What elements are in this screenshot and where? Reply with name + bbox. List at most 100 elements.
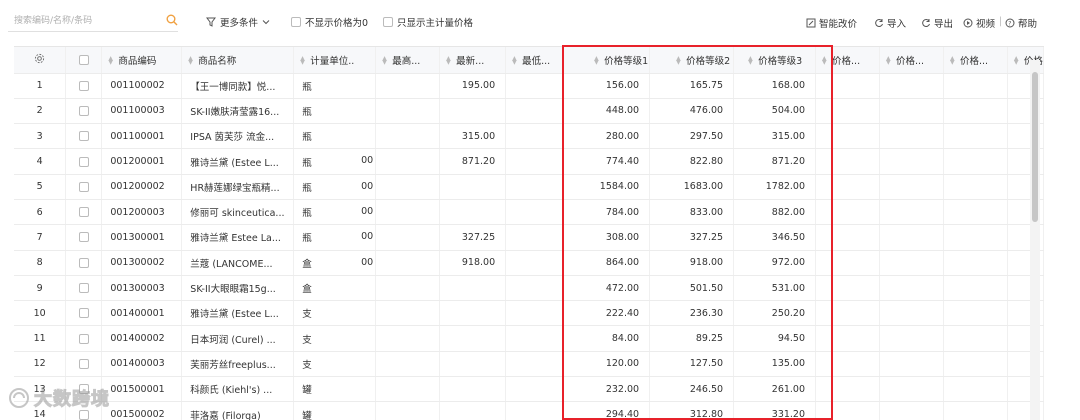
col-header-price-level-4[interactable]: ▲ ▼ 价格... <box>815 47 880 74</box>
scrollbar-thumb[interactable] <box>1032 72 1038 222</box>
latest-price-cell <box>439 351 507 378</box>
row-checkbox-cell[interactable] <box>65 300 103 327</box>
table-row[interactable]: 7 001300001 雅诗兰黛 Estee La... 瓶 00 327.25 308.0… <box>14 224 1044 251</box>
price-level-3-cell: 871.20 <box>733 148 817 175</box>
row-index: 1 <box>14 73 67 99</box>
divider: | <box>999 16 1003 27</box>
price-level-1-cell: 1584.00 <box>563 174 651 200</box>
product-code-cell: 001300003 <box>101 275 183 302</box>
lowest-price-cell <box>505 148 565 175</box>
row-checkbox-cell[interactable] <box>65 174 103 200</box>
row-checkbox[interactable] <box>78 333 89 344</box>
price-level-6-cell <box>943 174 1008 200</box>
col-header-lowest[interactable]: ▲ ▼ 最低... <box>505 47 565 74</box>
row-index: 2 <box>14 98 67 125</box>
price-level-6-cell <box>943 224 1008 251</box>
smart-price-button[interactable]: 智能改价 <box>806 16 857 30</box>
price-level-2-cell: 246.50 <box>649 376 735 403</box>
col-header-highest[interactable]: ▲ ▼ 最高... <box>375 47 441 74</box>
col-header-unit[interactable]: ▲ ▼ 计量单位.. <box>293 47 377 74</box>
table-row[interactable]: 5 001200002 HR赫莲娜绿宝瓶精... 瓶 00 1584.00 1683.00 1… <box>14 174 1044 200</box>
row-checkbox[interactable] <box>78 181 89 192</box>
main-unit-only-checkbox[interactable] <box>383 17 393 27</box>
table-row[interactable]: 9 001300003 SK-II大眼眼霜15g... 盒 472.00 501.50 53… <box>14 275 1044 302</box>
col-header-price-level-5[interactable]: ▲ ▼ 价格... <box>879 47 944 74</box>
row-checkbox[interactable] <box>78 283 89 294</box>
hide-zero-price-option[interactable]: 不显示价格为0 <box>291 15 368 29</box>
row-checkbox-cell[interactable] <box>65 73 103 99</box>
row-checkbox[interactable] <box>78 207 89 218</box>
table-row[interactable]: 10 001400001 雅诗兰黛 (Estee L... 支 222.40 236.30… <box>14 300 1044 327</box>
sort-icon: ▲ ▼ <box>188 55 193 67</box>
price-level-4-cell <box>815 376 880 403</box>
latest-price-cell <box>439 199 507 226</box>
search-icon[interactable] <box>166 14 178 26</box>
product-code-cell: 001100002 <box>101 73 183 99</box>
gear-icon[interactable] <box>34 53 45 64</box>
price-level-4-cell <box>815 275 880 302</box>
product-name-cell: HR赫莲娜绿宝瓶精... <box>181 174 295 200</box>
row-checkbox-cell[interactable] <box>65 148 103 175</box>
row-checkbox-cell[interactable] <box>65 98 103 125</box>
row-checkbox[interactable] <box>78 105 89 116</box>
col-header-code[interactable]: ▲ ▼ 商品编码 <box>101 47 183 74</box>
select-all-checkbox[interactable] <box>78 54 89 65</box>
help-button[interactable]: ? 帮助 <box>1005 16 1037 30</box>
table-row[interactable]: 14 001500002 菲洛嘉 (Filorga) 罐 294.40 312.80 331… <box>14 401 1044 420</box>
table-row[interactable]: 2 001100003 SK-II嫩肤清莹露16... 瓶 448.00 476.00 50… <box>14 98 1044 125</box>
table-row[interactable]: 12 001400003 芙丽芳丝freeplus... 支 120.00 127.50 1… <box>14 351 1044 378</box>
row-checkbox[interactable] <box>78 131 89 142</box>
table-row[interactable]: 6 001200003 修丽可 skinceutica... 瓶 00 784.00 833… <box>14 199 1044 226</box>
table-row[interactable]: 11 001400002 日本珂润 (Curel) ... 支 84.00 89.25 94… <box>14 325 1044 352</box>
row-checkbox-cell[interactable] <box>65 199 103 226</box>
unit-label: 盒 <box>302 284 312 296</box>
unit-label: 支 <box>302 309 312 321</box>
more-filters-button[interactable]: 更多条件 <box>206 15 270 29</box>
col-header-price-level-3[interactable]: ▲ ▼ 价格等级3 <box>733 47 817 74</box>
vertical-scrollbar[interactable] <box>1030 60 1040 420</box>
import-button[interactable]: 导入 <box>874 16 906 30</box>
col-header-price-level-2[interactable]: ▲ ▼ 价格等级2 <box>649 47 735 74</box>
toolbar: 更多条件 不显示价格为0 只显示主计量价格 智能改价 导入 导出 视频 | ? … <box>0 0 1080 42</box>
latest-price-cell <box>439 376 507 403</box>
price-level-2-cell: 312.80 <box>649 401 735 420</box>
row-checkbox-cell[interactable] <box>65 351 103 378</box>
price-level-5-cell <box>879 148 944 175</box>
row-checkbox[interactable] <box>78 232 89 243</box>
unit-cell: 瓶 00 <box>293 148 377 175</box>
row-checkbox-cell[interactable] <box>65 250 103 276</box>
table-row[interactable]: 13 001500001 科颜氏 (Kiehl's) ... 罐 232.00 246.5… <box>14 376 1044 403</box>
row-checkbox-cell[interactable] <box>65 275 103 302</box>
select-all-header[interactable] <box>65 47 103 74</box>
row-checkbox[interactable] <box>78 156 89 167</box>
row-checkbox[interactable] <box>78 409 89 420</box>
row-checkbox[interactable] <box>78 257 89 268</box>
video-button[interactable]: 视频 <box>963 16 995 30</box>
price-level-1-cell: 784.00 <box>563 199 651 226</box>
row-checkbox[interactable] <box>78 80 89 91</box>
search-input[interactable] <box>8 10 148 32</box>
table-row[interactable]: 3 001100001 IPSA 茵芙莎 流金... 瓶 315.00 280.00 297… <box>14 123 1044 150</box>
highest-price-cell <box>375 98 441 125</box>
table-header-row: ▲ ▼ 商品编码 ▲ ▼ 商品名称 ▲ ▼ 计量单位.. ▲ ▼ 最高... ▲ ▼ 最新... ▲… <box>14 47 1044 74</box>
row-checkbox-cell[interactable] <box>65 224 103 251</box>
col-header-latest[interactable]: ▲ ▼ 最新... <box>439 47 507 74</box>
price-level-6-cell <box>943 123 1008 150</box>
row-checkbox-cell[interactable] <box>65 325 103 352</box>
table-row[interactable]: 8 001300002 兰蔻 (LANCOME... 盒 00 918.00 864.00 9… <box>14 250 1044 276</box>
price-level-1-cell: 232.00 <box>563 376 651 403</box>
export-button[interactable]: 导出 <box>921 16 953 30</box>
row-checkbox-cell[interactable] <box>65 123 103 150</box>
col-header-price-level-1[interactable]: ▲ ▼ 价格等级1 <box>563 47 651 74</box>
unit-cell: 支 <box>293 325 377 352</box>
sort-icon: ▲ ▼ <box>1013 55 1019 67</box>
row-checkbox[interactable] <box>78 358 89 369</box>
row-checkbox[interactable] <box>78 308 89 319</box>
main-unit-only-option[interactable]: 只显示主计量价格 <box>383 15 473 29</box>
col-header-name[interactable]: ▲ ▼ 商品名称 <box>181 47 295 74</box>
column-settings-header[interactable] <box>14 47 67 74</box>
table-row[interactable]: 1 001100002 【王一博同款】悦... 瓶 195.00 156.00 165.75… <box>14 73 1044 99</box>
col-header-price-level-6[interactable]: ▲ ▼ 价格... <box>943 47 1008 74</box>
table-row[interactable]: 4 001200001 雅诗兰黛 (Estee L... 瓶 00 871.20 774.4… <box>14 148 1044 175</box>
hide-zero-price-checkbox[interactable] <box>291 17 301 27</box>
